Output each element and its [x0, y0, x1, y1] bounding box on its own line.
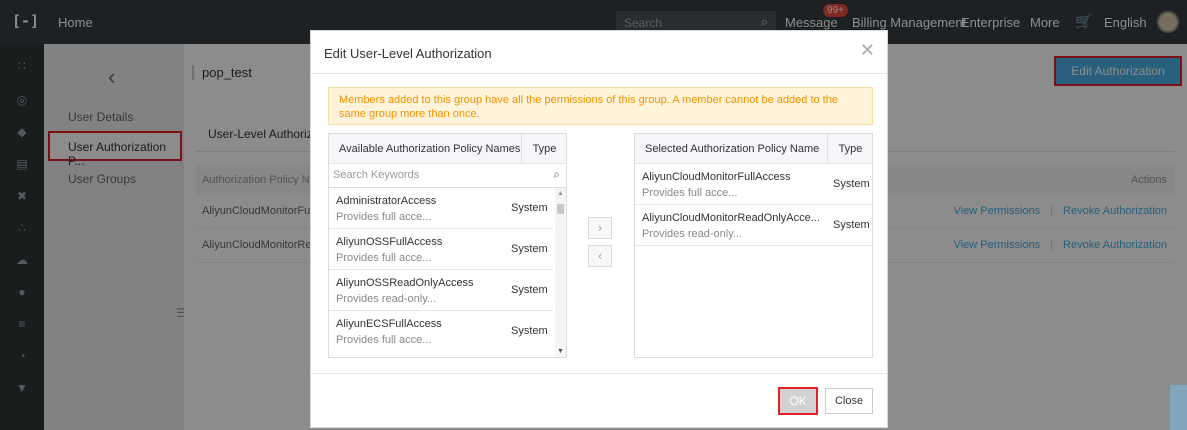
policy-type: System	[833, 178, 870, 190]
selected-type-column-header: Type	[827, 134, 873, 163]
list-item[interactable]: AliyunECSFullAccess Provides full acce..…	[329, 312, 553, 352]
policy-name: AliyunOSSFullAccess	[336, 236, 443, 248]
policy-description: Provides full acce...	[336, 252, 432, 264]
available-name-column-header: Available Authorization Policy Names	[339, 143, 521, 155]
available-type-column-header: Type	[521, 134, 567, 163]
divider	[311, 373, 887, 374]
notice-banner: Members added to this group have all the…	[328, 87, 873, 125]
selected-name-column-header: Selected Authorization Policy Name	[645, 143, 820, 155]
scrollbar-thumb[interactable]	[557, 204, 564, 214]
policy-description: Provides full acce...	[642, 187, 738, 199]
policy-name: AdministratorAccess	[336, 195, 437, 207]
policy-description: Provides full acce...	[336, 211, 432, 223]
policy-search-input[interactable]: Search Keywords ⌕	[329, 164, 566, 188]
move-left-button[interactable]: ‹	[588, 245, 612, 267]
policy-name: AliyunOSSReadOnlyAccess	[336, 277, 474, 289]
policy-description: Provides read-only...	[642, 228, 743, 240]
list-item[interactable]: AliyunOSSFullAccess Provides full acce..…	[329, 230, 553, 270]
policy-type: System	[511, 243, 548, 255]
list-item[interactable]: AliyunCloudMonitorReadOnlyAcce... Provid…	[635, 206, 872, 246]
selected-policies-header: Selected Authorization Policy Name Type	[635, 134, 872, 164]
close-icon[interactable]: ✕	[860, 40, 875, 61]
dialog-title: Edit User-Level Authorization	[324, 46, 492, 61]
selected-policies-panel: Selected Authorization Policy Name Type …	[634, 133, 873, 358]
policy-type: System	[511, 284, 548, 296]
list-item[interactable]: AliyunOSSReadOnlyAccess Provides read-on…	[329, 271, 553, 311]
scroll-up-icon[interactable]: ▲	[557, 190, 564, 197]
scroll-down-icon[interactable]: ▼	[557, 348, 564, 355]
list-item[interactable]: AliyunCloudMonitorFullAccess Provides fu…	[635, 165, 872, 205]
divider	[311, 73, 887, 74]
list-scrollbar[interactable]: ▲ ▼	[555, 188, 566, 357]
policy-name: AliyunCloudMonitorFullAccess	[642, 171, 791, 183]
move-right-button[interactable]: ›	[588, 217, 612, 239]
policy-name: AliyunCloudMonitorReadOnlyAcce...	[642, 212, 820, 224]
available-policies-header: Available Authorization Policy Names Typ…	[329, 134, 566, 164]
policy-name: AliyunECSFullAccess	[336, 318, 442, 330]
policy-search-placeholder: Search Keywords	[333, 169, 420, 181]
policy-description: Provides read-only...	[336, 293, 437, 305]
edit-authorization-dialog: Edit User-Level Authorization ✕ Members …	[310, 30, 888, 428]
contact-us-tab[interactable]	[1170, 385, 1187, 430]
policy-type: System	[833, 219, 870, 231]
policy-type: System	[511, 202, 548, 214]
close-button[interactable]: Close	[825, 388, 873, 414]
ok-button[interactable]: OK	[778, 387, 818, 415]
available-policies-panel: Available Authorization Policy Names Typ…	[328, 133, 567, 358]
policy-description: Provides full acce...	[336, 334, 432, 346]
search-icon[interactable]: ⌕	[553, 167, 560, 182]
policy-type: System	[511, 325, 548, 337]
list-item[interactable]: AdministratorAccess Provides full acce..…	[329, 189, 553, 229]
